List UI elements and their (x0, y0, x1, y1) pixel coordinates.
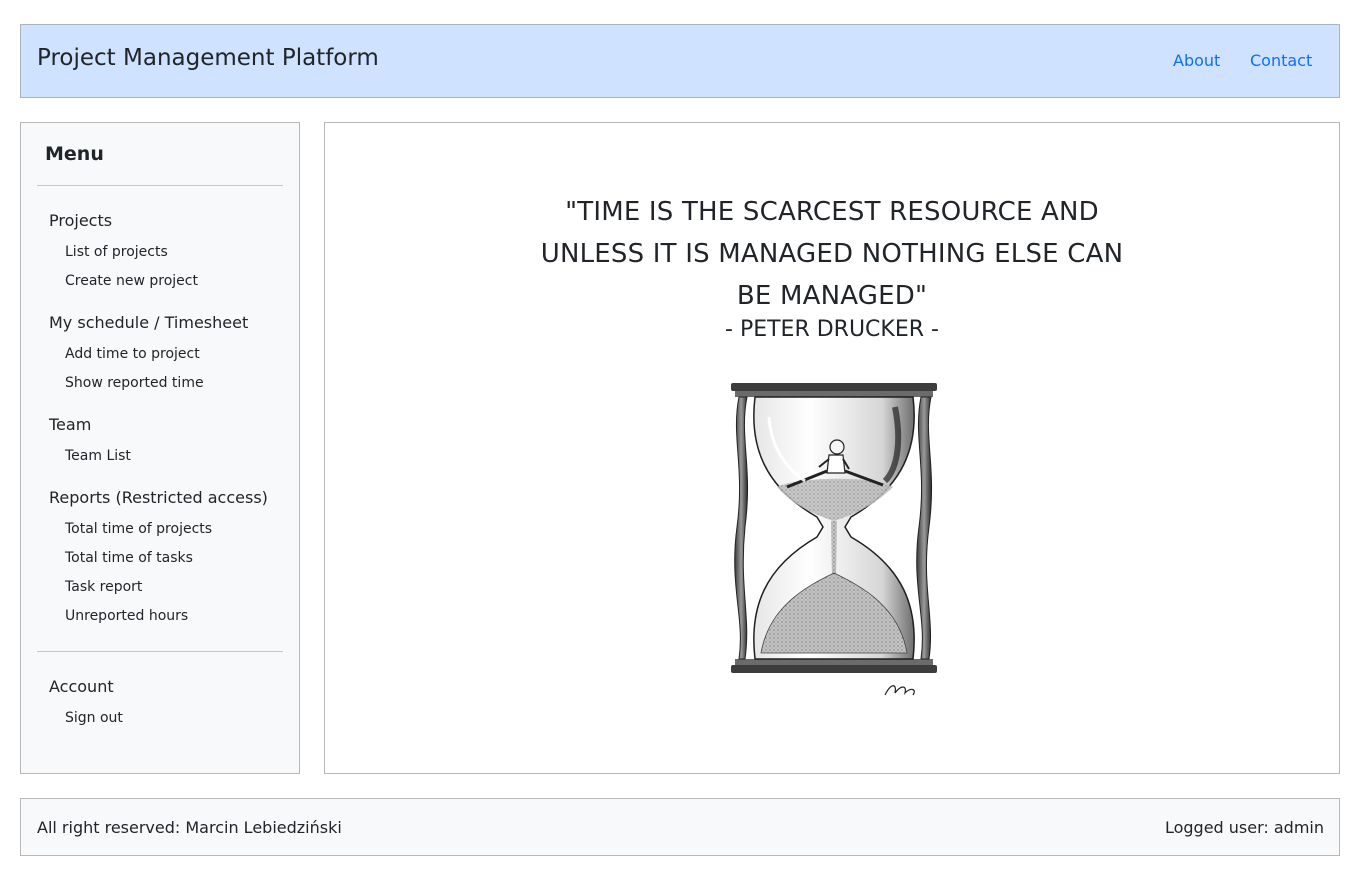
brand-title[interactable]: Project Management Platform (37, 45, 379, 71)
section-team: Team (49, 415, 92, 434)
section-reports: Reports (Restricted access) (49, 488, 268, 507)
menu-divider (37, 185, 283, 186)
link-sign-out[interactable]: Sign out (65, 710, 123, 726)
menu-title: Menu (45, 143, 104, 165)
nav-about-link[interactable]: About (1173, 51, 1220, 70)
quote-text: "TIME IS THE SCARCEST RESOURCE AND UNLES… (540, 197, 1124, 311)
link-task-report[interactable]: Task report (65, 579, 142, 595)
menu-divider (37, 651, 283, 652)
section-projects: Projects (49, 211, 113, 230)
quote-author: - PETER DRUCKER - (725, 317, 939, 342)
copyright-text: All right reserved: Marcin Lebiedziński (37, 818, 342, 837)
link-list-of-projects[interactable]: List of projects (65, 244, 168, 260)
link-total-time-projects[interactable]: Total time of projects (65, 521, 212, 537)
link-add-time[interactable]: Add time to project (65, 346, 200, 362)
logged-user-text: Logged user: admin (1164, 818, 1324, 837)
link-total-time-tasks[interactable]: Total time of tasks (65, 550, 193, 566)
page-footer: All right reserved: Marcin Lebiedziński … (20, 798, 1340, 856)
link-show-reported-time[interactable]: Show reported time (65, 375, 204, 391)
hourglass-illustration (725, 377, 945, 711)
artist-signature (884, 685, 915, 696)
nav-contact-link[interactable]: Contact (1250, 51, 1312, 70)
sidebar-menu: Menu Projects List of projects Create ne… (20, 122, 300, 774)
section-schedule: My schedule / Timesheet (49, 313, 249, 332)
link-unreported-hours[interactable]: Unreported hours (65, 608, 188, 624)
link-team-list[interactable]: Team List (65, 448, 131, 464)
top-navbar: Project Management Platform About Contac… (20, 24, 1340, 98)
link-create-new-project[interactable]: Create new project (65, 273, 198, 289)
section-account: Account (49, 677, 114, 696)
main-content: "TIME IS THE SCARCEST RESOURCE AND UNLES… (324, 122, 1340, 774)
